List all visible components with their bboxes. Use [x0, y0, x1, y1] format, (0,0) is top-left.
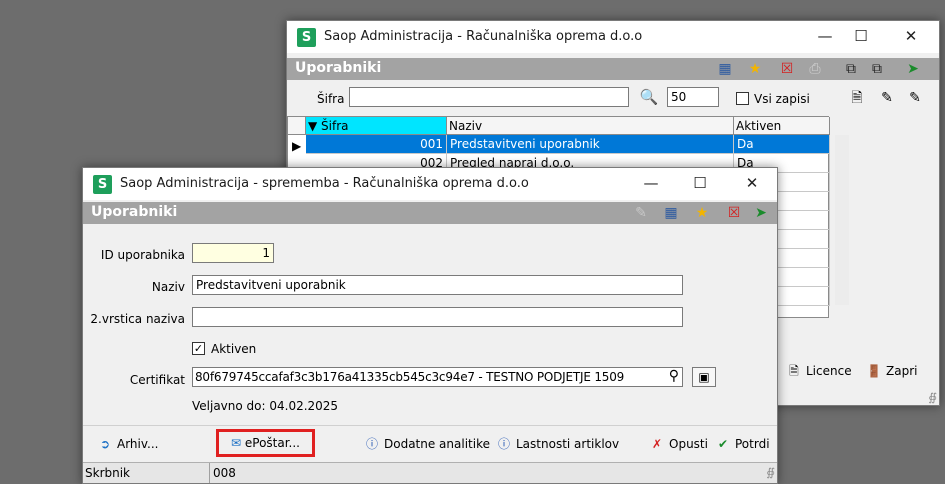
grid-col-aktiven[interactable]: Aktiven [734, 117, 830, 135]
active-checkbox[interactable]: ✓ [192, 342, 205, 355]
edit-window-title: Saop Administracija - sprememba - Računa… [120, 176, 529, 191]
edit-titlebar: S Saop Administracija - sprememba - Raču… [83, 168, 777, 200]
archive-icon: ➲ [99, 437, 111, 451]
active-label: Aktiven [211, 342, 257, 356]
checkmark-icon: ✔ [717, 437, 729, 451]
all-records-checkbox[interactable] [736, 92, 749, 105]
edit-module-bar: Uporabniki ✎ ▦ ★ ☒ ➤ [83, 202, 777, 224]
minimize-button[interactable]: — [628, 168, 674, 200]
name2-field[interactable] [192, 307, 683, 327]
id-label: ID uporabnika [100, 248, 185, 262]
table-row-1-active[interactable]: Da [734, 135, 830, 154]
grid-scrollbar[interactable] [835, 135, 849, 305]
edit-dialog: S Saop Administracija - sprememba - Raču… [82, 167, 778, 484]
new-record-icon[interactable]: 🗎 [847, 89, 867, 107]
columns-icon[interactable]: ▦ [715, 60, 735, 78]
table-row-1-name[interactable]: Predstavitveni uporabnik [447, 135, 734, 154]
eposta-icon: ✉ [230, 436, 242, 450]
back-module-bar: Uporabniki ▦ ★ ☒ ⎙ ⧉ ⧉ ➤ [287, 58, 939, 80]
button-separator [83, 425, 777, 426]
close-list-button[interactable]: 🚪 Zapri [865, 360, 918, 382]
cert-label: Certifikat [129, 373, 185, 387]
close-button[interactable]: ✕ [888, 21, 934, 53]
props-button[interactable]: ⓘ Lastnosti artiklov [495, 433, 619, 455]
exit-icon[interactable]: ➤ [751, 204, 771, 222]
info-icon: ⓘ [365, 437, 378, 451]
table-row-1-code[interactable]: 001 [306, 135, 447, 154]
search-icon[interactable]: 🔍 [639, 88, 659, 106]
cert-value: 80f679745ccafaf3c3b176a41335cb545c3c94e7… [195, 370, 625, 384]
archive-button[interactable]: ➲ Arhiv... [96, 433, 159, 455]
valid-until-text: Veljavno do: 04.02.2025 [192, 399, 339, 413]
maximize-button[interactable]: ☐ [677, 168, 723, 200]
edit-module-title: Uporabniki [91, 204, 178, 220]
back-module-title: Uporabniki [295, 60, 382, 76]
back-titlebar: S Saop Administracija - Računalniška opr… [287, 21, 939, 53]
page-size-input[interactable] [667, 87, 719, 107]
resize-grip-icon[interactable]: ∯ [766, 466, 775, 479]
id-field[interactable] [192, 243, 274, 263]
name2-label: 2.vrstica naziva [90, 312, 185, 326]
app-logo-icon: S [93, 175, 112, 194]
print-icon[interactable]: ⎙ [805, 60, 825, 78]
close-button[interactable]: ✕ [729, 168, 775, 200]
grid-col-sifra[interactable]: ▼ Šifra [306, 117, 447, 135]
name-label: Naziv [151, 280, 185, 294]
analytics-button[interactable]: ⓘ Dodatne analitike [363, 433, 490, 455]
copy-icon[interactable]: ⧉ [841, 60, 861, 78]
status-bar: Skrbnik 008 ∯ [83, 462, 777, 483]
licence-icon: 🗎 [789, 364, 799, 378]
edit-multi-icon[interactable]: ✎ [905, 89, 925, 107]
edit-doc-icon[interactable]: ✎ [631, 204, 651, 222]
app-logo-icon: S [297, 28, 316, 47]
star-icon[interactable]: ★ [745, 60, 765, 78]
sort-desc-icon: ▼ [308, 119, 322, 133]
all-records-label: Vsi zapisi [754, 92, 810, 106]
row-pointer-icon: ▶ [292, 139, 302, 153]
status-divider [209, 463, 210, 483]
delete-doc-icon[interactable]: ☒ [724, 204, 744, 222]
info-icon: ⓘ [497, 437, 510, 451]
close-door-icon: 🚪 [866, 364, 882, 378]
cert-browse-button[interactable]: ▣ [692, 367, 716, 387]
licence-button[interactable]: 🗎 Licence [785, 360, 851, 382]
cancel-button[interactable]: ✗ Opusti [648, 433, 708, 455]
cert-search-icon[interactable]: ⚲ [669, 368, 679, 384]
cert-field[interactable]: 80f679745ccafaf3c3b176a41335cb545c3c94e7… [192, 367, 683, 387]
resize-grip-icon[interactable]: ∯ [928, 391, 937, 404]
grid-col-naziv[interactable]: Naziv [447, 117, 734, 135]
edit-record-icon[interactable]: ✎ [877, 89, 897, 107]
grid-row-indicator-header [288, 117, 306, 135]
name-field[interactable] [192, 275, 683, 295]
cancel-x-icon: ✗ [651, 437, 663, 451]
columns-icon[interactable]: ▦ [661, 204, 681, 222]
back-window-title: Saop Administracija - Računalniška oprem… [324, 29, 643, 44]
paste-icon[interactable]: ⧉ [867, 60, 887, 78]
filter-input[interactable] [349, 87, 629, 107]
confirm-button[interactable]: ✔ Potrdi [714, 433, 770, 455]
eposta-button[interactable]: ✉ ePoštar... [216, 429, 315, 457]
status-user-code: 008 [213, 466, 236, 480]
filter-label: Šifra [317, 92, 345, 106]
exit-icon[interactable]: ➤ [903, 60, 923, 78]
star-icon[interactable]: ★ [692, 204, 712, 222]
maximize-button[interactable]: ☐ [838, 21, 884, 53]
status-role: Skrbnik [85, 466, 131, 480]
delete-doc-icon[interactable]: ☒ [777, 60, 797, 78]
